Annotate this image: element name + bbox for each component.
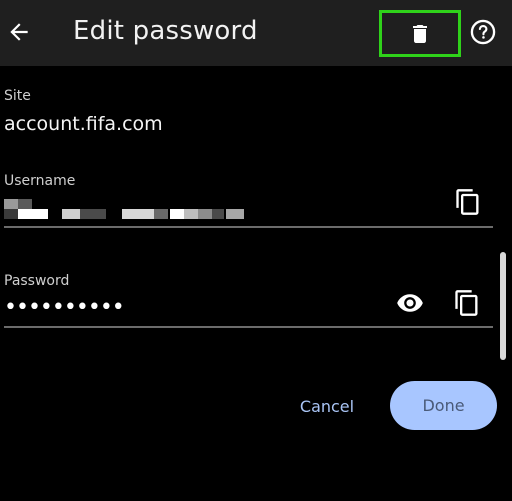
copy-icon bbox=[455, 290, 478, 316]
site-value: account.fifa.com bbox=[4, 113, 163, 135]
help-button[interactable] bbox=[467, 16, 499, 48]
help-circle-icon bbox=[470, 19, 496, 45]
username-field[interactable] bbox=[4, 197, 254, 225]
redacted-block bbox=[18, 209, 48, 219]
cancel-button[interactable]: Cancel bbox=[290, 386, 364, 426]
redacted-block bbox=[184, 209, 198, 219]
delete-button[interactable] bbox=[379, 10, 461, 57]
redacted-block bbox=[170, 209, 184, 219]
page-title: Edit password bbox=[73, 16, 258, 46]
scrollbar[interactable] bbox=[500, 252, 506, 360]
redacted-block bbox=[154, 209, 168, 219]
copy-password-button[interactable] bbox=[451, 287, 483, 319]
username-underline bbox=[4, 226, 493, 228]
eye-icon bbox=[397, 294, 423, 312]
redacted-block bbox=[62, 209, 80, 219]
password-field[interactable]: •••••••••• bbox=[4, 297, 125, 319]
back-button[interactable] bbox=[4, 12, 34, 52]
redacted-block bbox=[80, 209, 106, 219]
redacted-block bbox=[198, 209, 212, 219]
password-underline bbox=[4, 326, 493, 328]
copy-icon bbox=[456, 189, 479, 215]
redacted-block bbox=[226, 209, 244, 219]
show-password-button[interactable] bbox=[394, 287, 426, 319]
done-button[interactable]: Done bbox=[390, 381, 497, 430]
redacted-block bbox=[18, 199, 32, 209]
site-label: Site bbox=[4, 88, 31, 104]
redacted-block bbox=[122, 209, 154, 219]
redacted-block bbox=[212, 209, 224, 219]
username-label: Username bbox=[4, 173, 76, 189]
arrow-left-icon bbox=[10, 23, 28, 41]
trash-icon bbox=[413, 24, 427, 43]
redacted-block bbox=[4, 209, 18, 219]
redacted-block bbox=[4, 199, 18, 209]
password-label: Password bbox=[4, 273, 70, 289]
top-app-bar: Edit password bbox=[0, 0, 512, 66]
copy-username-button[interactable] bbox=[452, 186, 484, 218]
